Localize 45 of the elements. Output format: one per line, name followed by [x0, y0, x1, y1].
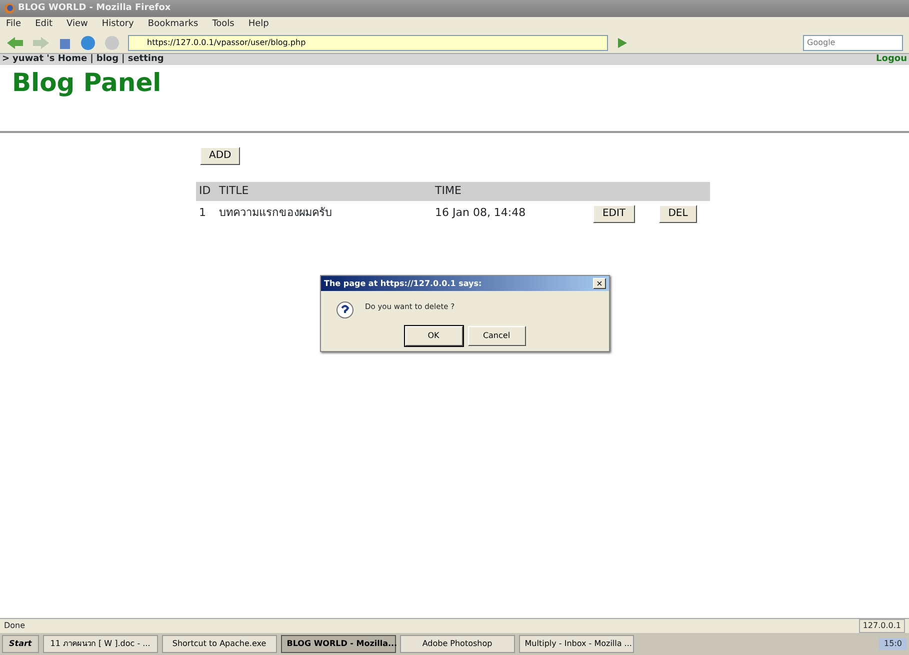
menu-item[interactable]: Bookmarks — [148, 18, 198, 32]
taskbar-button[interactable]: Multiply - Inbox - Mozilla ... — [518, 635, 634, 653]
question-icon — [335, 301, 355, 321]
taskbar-button[interactable]: 11 ภาคผนวก [ W ].doc - ... — [42, 635, 158, 653]
column-header: ID — [196, 182, 216, 200]
search-field[interactable]: Google — [803, 34, 903, 50]
dialog-title: The page at https://127.0.0.1 says: — [324, 278, 482, 290]
menu-item[interactable]: Tools — [212, 18, 234, 32]
table-cell: 16 Jan 08, 14:48 — [432, 200, 582, 226]
status-text: Done — [4, 620, 26, 632]
menu-item[interactable]: Help — [248, 18, 269, 32]
close-button[interactable]: × — [593, 278, 606, 289]
logout-link[interactable]: Logou — [876, 52, 907, 66]
firefox-icon — [4, 3, 15, 14]
column-header — [646, 182, 710, 200]
back-icon[interactable] — [6, 36, 24, 50]
menu-item[interactable]: View — [66, 18, 88, 32]
menu-item[interactable]: Edit — [35, 18, 52, 32]
nav-link[interactable]: setting — [128, 52, 164, 66]
nav-link[interactable]: blog — [96, 52, 119, 66]
delete-button[interactable]: DEL — [659, 204, 697, 222]
table-cell: บทความแรกของผมครับ — [216, 200, 432, 226]
nav-separator: | — [90, 52, 94, 66]
column-header: TITLE — [216, 182, 432, 200]
nav-prefix: > — [2, 52, 10, 66]
add-button[interactable]: ADD — [200, 147, 240, 165]
table-cell: 1 — [196, 200, 216, 226]
taskbar-button[interactable]: BLOG WORLD - Mozilla... — [280, 635, 396, 653]
menu-item[interactable]: History — [102, 18, 134, 32]
taskbar-button[interactable]: Shortcut to Apache.exe — [162, 635, 277, 653]
edit-button[interactable]: EDIT — [593, 204, 635, 222]
address-field[interactable]: https://127.0.0.1/vpassor/user/blog.php — [128, 34, 608, 50]
window-title: BLOG WORLD - Mozilla Firefox — [18, 2, 171, 15]
start-button[interactable]: Start — [2, 635, 39, 653]
clock: 15:0 — [879, 638, 907, 650]
nav-link[interactable]: yuwat 's Home — [12, 52, 88, 66]
column-header: TIME — [432, 182, 582, 200]
page-heading: Blog Panel — [12, 67, 162, 99]
nav-separator: | — [122, 52, 125, 66]
taskbar-button[interactable]: Adobe Photoshop — [400, 635, 515, 653]
go-icon[interactable] — [616, 36, 628, 48]
status-host: 127.0.0.1 — [858, 619, 905, 633]
ok-button[interactable]: OK — [404, 326, 462, 346]
menu-item[interactable]: File — [6, 18, 22, 32]
cancel-button[interactable]: Cancel — [468, 326, 526, 346]
